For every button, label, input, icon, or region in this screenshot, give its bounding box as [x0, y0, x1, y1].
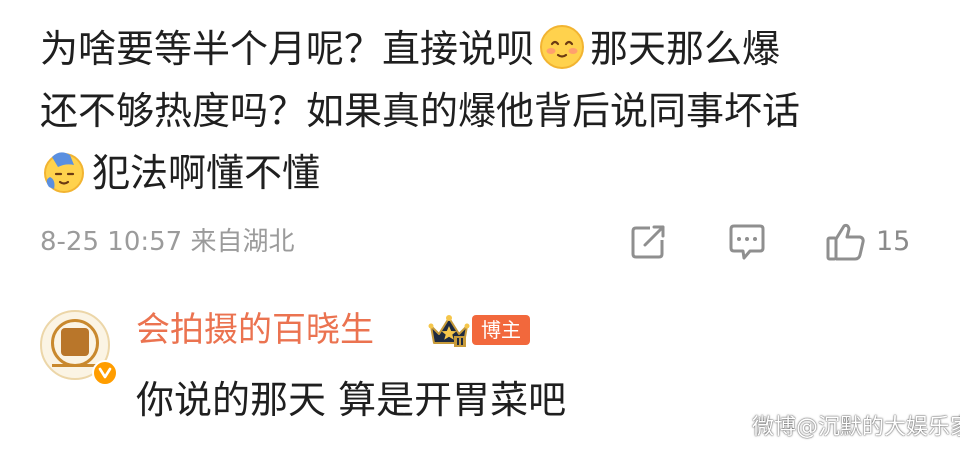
- share-button[interactable]: [628, 222, 668, 262]
- comment-text-segment: 为啥要等半个月呢？直接说呗: [40, 27, 535, 71]
- comment-body: 为啥要等半个月呢？直接说呗 那天那么爆 还不够热度吗？如果真的爆他背后说同事坏话…: [40, 18, 940, 204]
- comment-line-2: 还不够热度吗？如果真的爆他背后说同事坏话: [40, 89, 801, 133]
- comment-line-1: 为啥要等半个月呢？直接说呗 那天那么爆: [40, 18, 940, 80]
- verified-badge-icon: [92, 360, 118, 386]
- reply-text: 你说的那天 算是开胃菜吧: [136, 378, 567, 422]
- reply-button[interactable]: [726, 222, 768, 262]
- verified-check-icon: [98, 367, 112, 379]
- reply-author-name[interactable]: 会拍摄的百晓生: [136, 306, 374, 354]
- comment-text-segment: 那天那么爆: [590, 27, 781, 71]
- smile-emoji-icon: [540, 25, 585, 69]
- share-icon: [631, 225, 665, 259]
- like-count: 15: [876, 226, 911, 257]
- comment-text-segment: 犯法啊懂不懂: [92, 151, 321, 195]
- comment-bubble-icon: [729, 224, 765, 260]
- comment-meta-row: 8-25 10:57 来自湖北 15: [40, 222, 930, 262]
- author-role-badge: 博主: [472, 315, 530, 345]
- avatar-seal-logo: [61, 328, 89, 356]
- like-button[interactable]: 15: [824, 222, 910, 262]
- thumbs-up-icon: [826, 223, 865, 261]
- comment-line-3: 犯法啊懂不懂: [40, 142, 940, 204]
- crown-level-icon: [428, 315, 470, 347]
- watermark: 微博@沉默的大娱乐家: [752, 415, 960, 440]
- comment-timestamp-location: 8-25 10:57 来自湖北: [40, 227, 295, 257]
- hand-on-head-emoji-icon: [44, 152, 84, 193]
